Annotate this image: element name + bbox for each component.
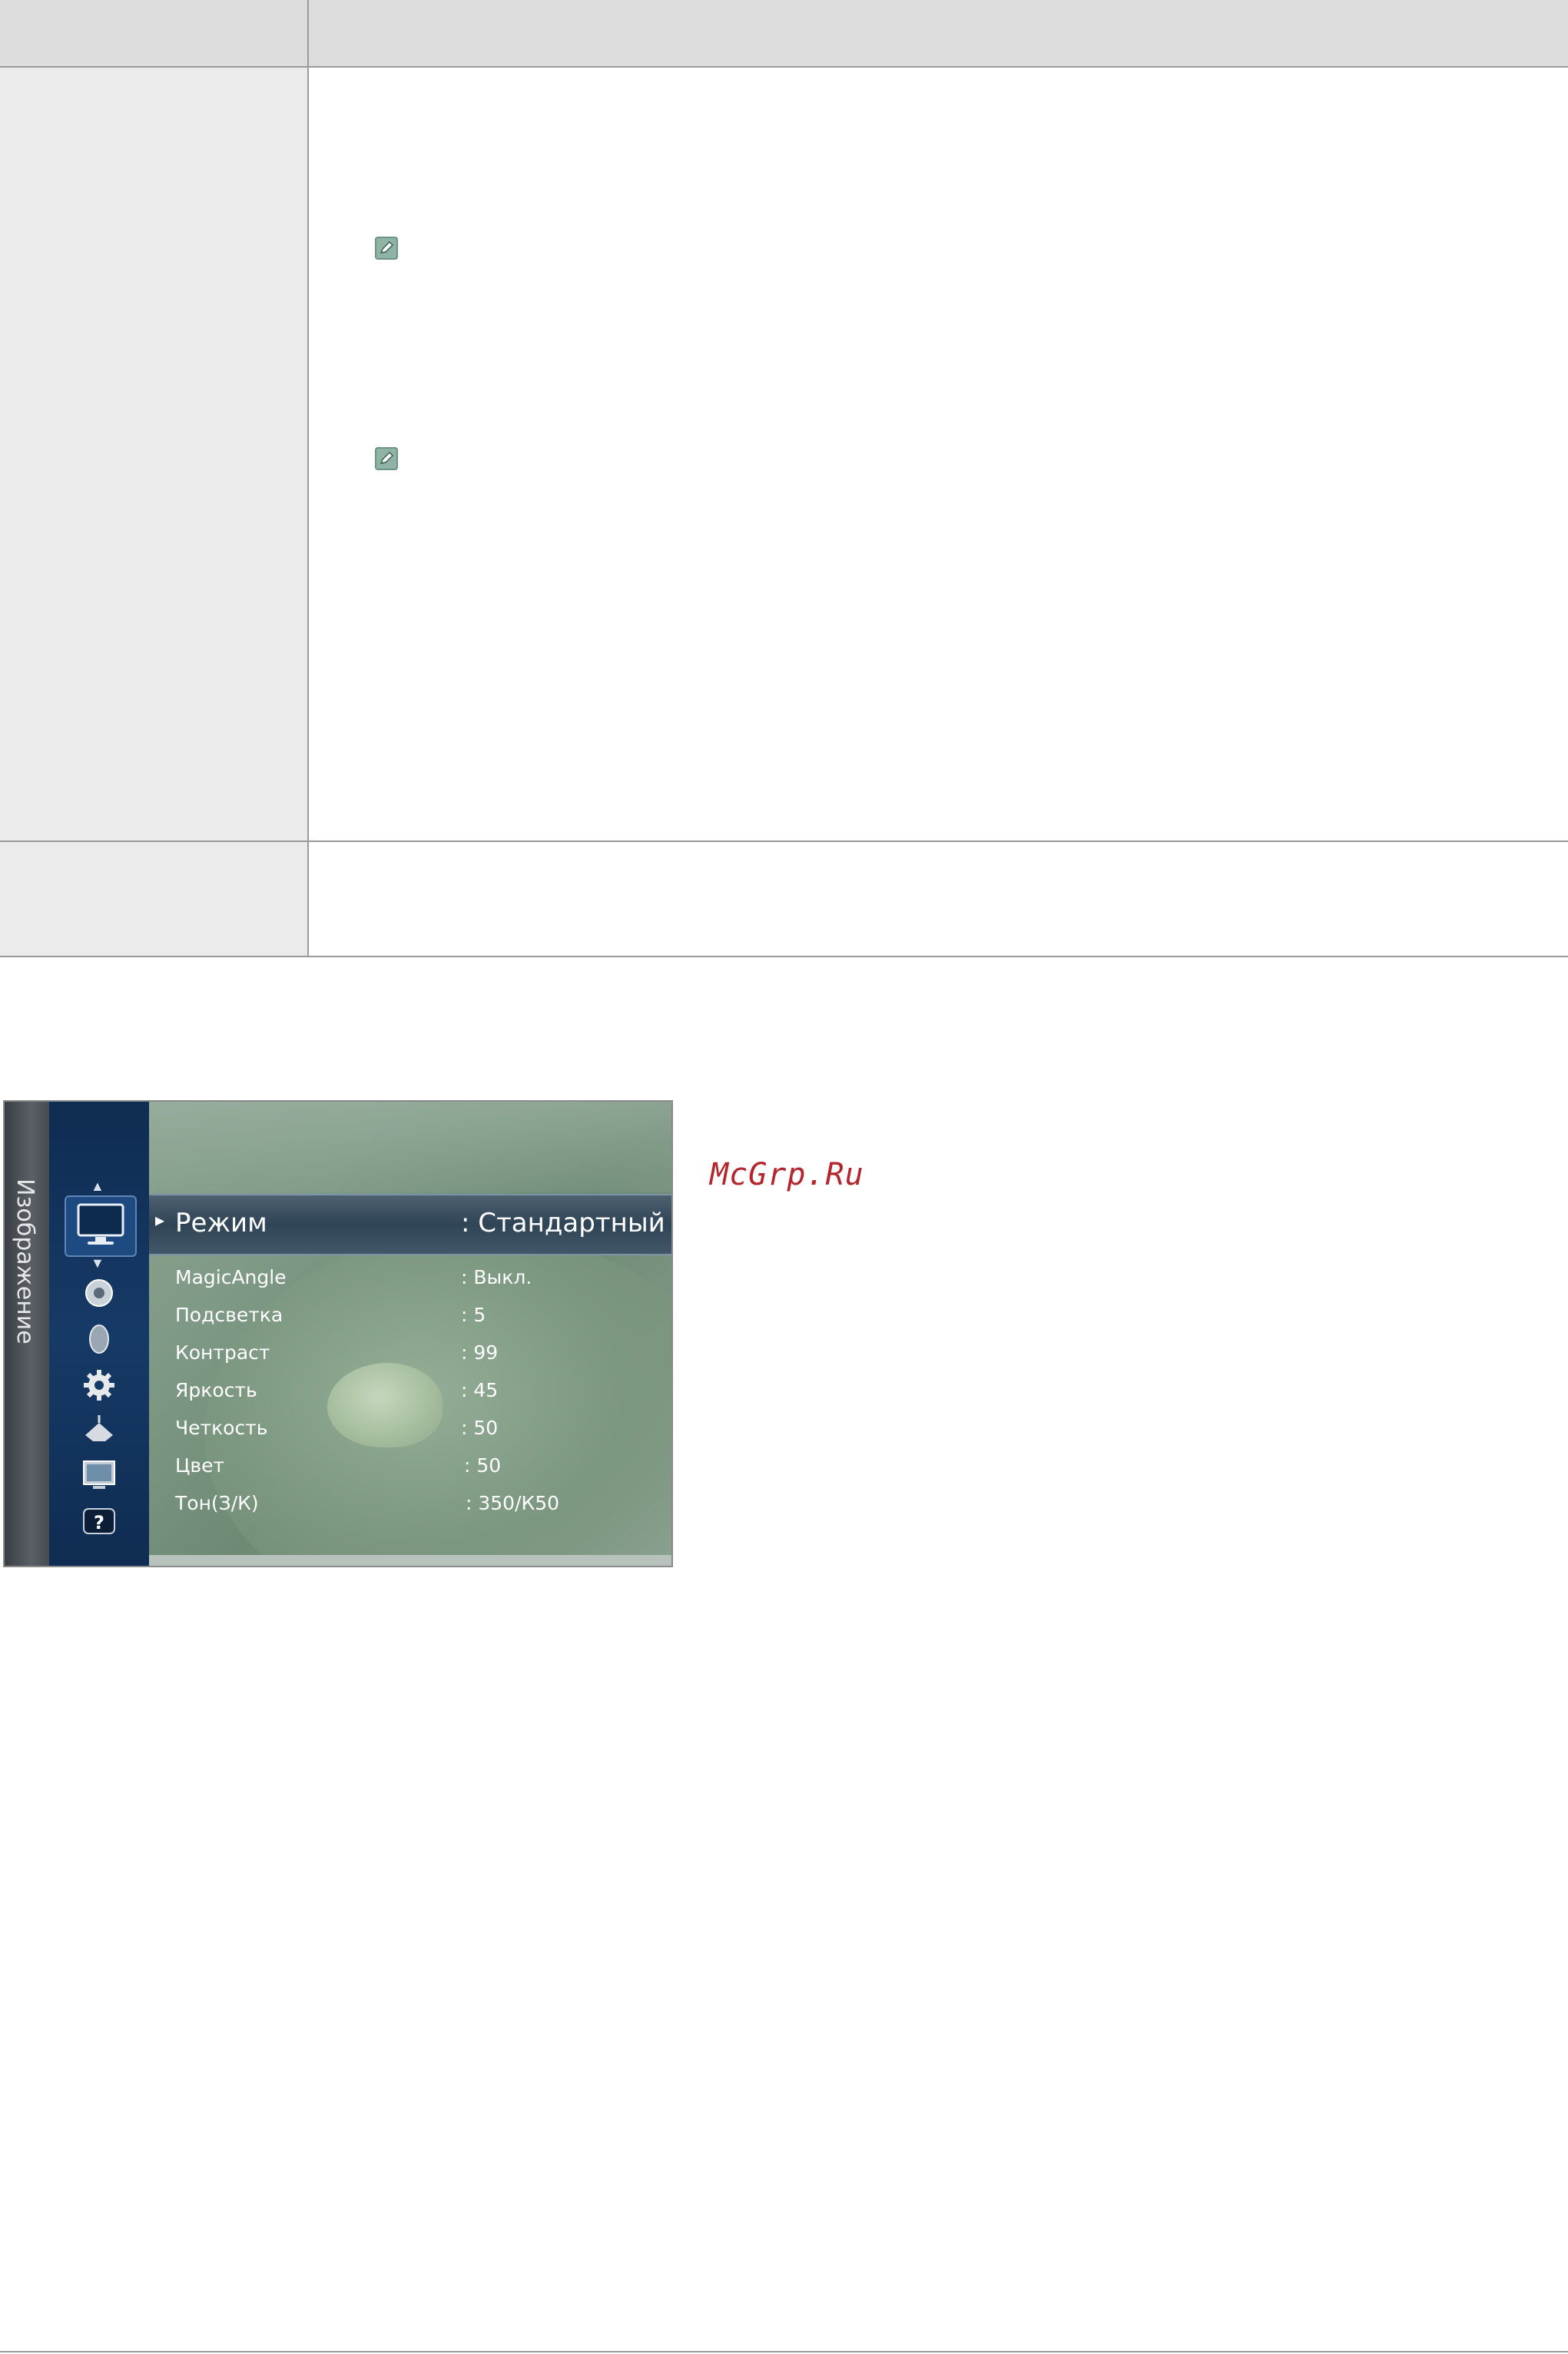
osd-item-value: : Стандартный [461,1208,665,1238]
table-header-menu [0,0,307,68]
osd-section-label: Изображение [12,1179,38,1344]
nav-up-arrow-icon[interactable]: ▲ [91,1179,104,1195]
selection-arrow-icon: ▸ [155,1210,165,1231]
nav-down-arrow-icon[interactable]: ▼ [91,1255,104,1271]
osd-item-color[interactable]: Цвет : 50 [175,1454,651,1485]
osd-item-brightness[interactable]: Яркость : 45 [175,1379,651,1410]
osd-item-value: : 350/К50 [466,1492,560,1514]
channel-icon[interactable] [75,1321,124,1357]
input-icon[interactable] [75,1412,124,1447]
note-icon [375,237,398,260]
osd-selected-item-mode[interactable]: ▸ Режим : Стандартный [149,1194,671,1255]
table-header-description [307,0,1568,68]
osd-item-label: Четкость [175,1417,268,1439]
osd-item-value: : 50 [464,1454,502,1477]
table-row-1-label [0,68,307,842]
osd-item-label: MagicAngle [175,1266,287,1288]
osd-top-area [149,1102,671,1192]
support-icon[interactable]: ? [75,1504,124,1540]
osd-item-label: Тон(З/К) [175,1492,259,1514]
settings-table [0,0,1568,957]
osd-item-label: Цвет [175,1454,225,1477]
picture-icon[interactable] [65,1195,137,1257]
osd-item-contrast[interactable]: Контраст : 99 [175,1341,651,1372]
osd-category-nav: ▲ ▼ ? [49,1102,149,1566]
sound-icon[interactable] [75,1275,124,1311]
osd-item-value: : 5 [461,1304,486,1326]
osd-item-label: Контраст [175,1341,270,1364]
osd-item-sharpness[interactable]: Четкость : 50 [175,1417,651,1447]
osd-item-magicangle[interactable]: MagicAngle : Выкл. [175,1266,651,1297]
osd-bottom-bar [149,1555,671,1566]
osd-item-value: : 45 [461,1379,499,1401]
table-row-2-label [0,842,307,957]
table-row-2-description [307,842,1568,957]
osd-item-label: Режим [175,1208,267,1238]
osd-section-strip: Изображение [5,1102,49,1566]
application-icon[interactable] [75,1457,124,1492]
svg-text:?: ? [94,1512,104,1533]
note-icon [375,447,398,470]
osd-item-value: : 50 [461,1417,499,1439]
tv-picture-menu-screenshot: Изображение ▲ ▼ ? ▸ Режим: Стандартный … [3,1100,673,1567]
osd-item-value: : Выкл. [461,1266,532,1288]
table-row-1-description [307,68,1568,842]
osd-item-tint[interactable]: Тон(З/К) : 350/К50 [175,1492,651,1523]
footer-divider [0,2351,1568,2352]
osd-item-value: : 99 [461,1341,499,1364]
osd-item-label: Яркость [175,1379,257,1401]
watermark: McGrp.Ru [710,1157,864,1192]
osd-item-label: Подсветка [175,1304,283,1326]
osd-item-backlight[interactable]: Подсветка : 5 [175,1304,651,1334]
setup-icon[interactable] [75,1368,124,1403]
